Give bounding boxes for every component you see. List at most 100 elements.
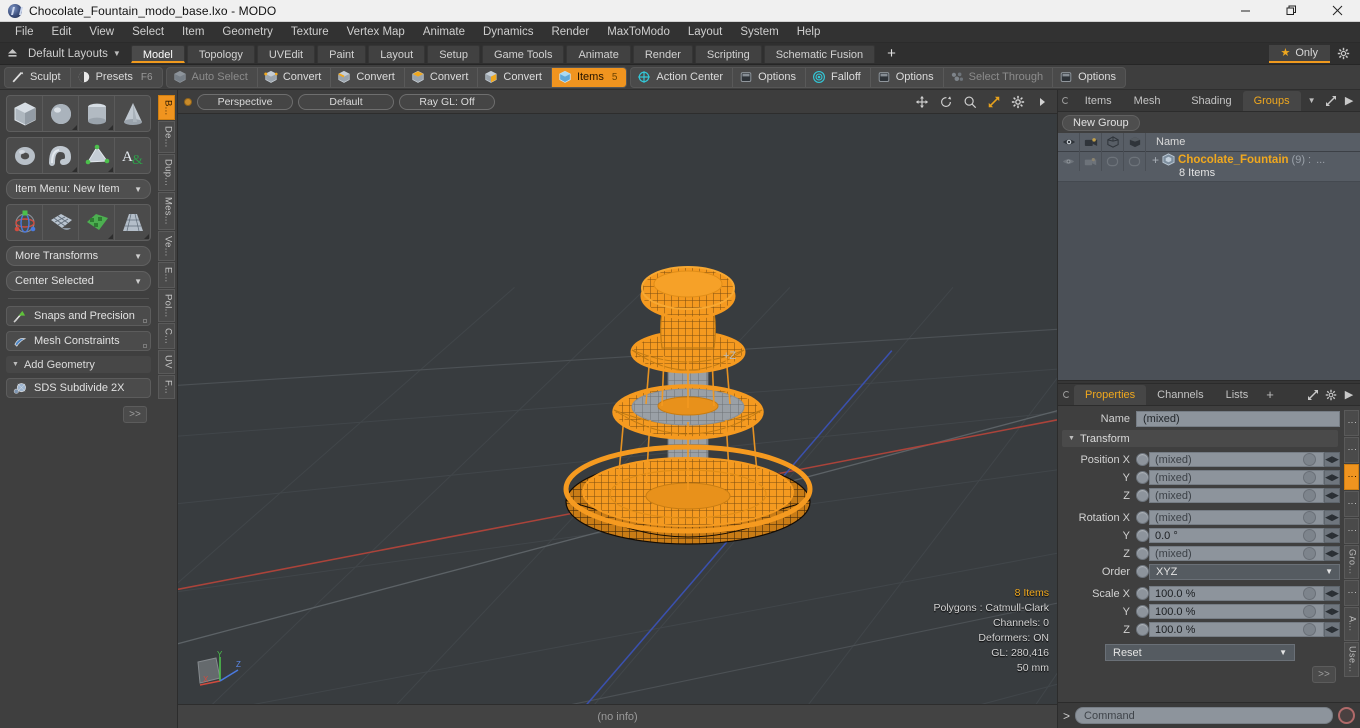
- property-value-field[interactable]: (mixed): [1149, 470, 1324, 485]
- menu-system[interactable]: System: [731, 22, 787, 43]
- sphere-primitive[interactable]: [43, 96, 78, 131]
- menu-animate[interactable]: Animate: [414, 22, 474, 43]
- right-vtab-8[interactable]: Use...: [1343, 642, 1359, 677]
- row-render-toggle[interactable]: [1080, 152, 1102, 171]
- tool-convert-3[interactable]: Convert: [403, 67, 478, 87]
- right-vtab-7[interactable]: A...: [1343, 607, 1359, 641]
- property-stepper[interactable]: ◀▶: [1324, 452, 1340, 467]
- property-channel-toggle[interactable]: [1136, 565, 1149, 578]
- cube-primitive[interactable]: [7, 96, 42, 131]
- properties-expand-button[interactable]: >>: [1312, 666, 1336, 683]
- row-visibility-toggle[interactable]: [1058, 152, 1080, 171]
- left-vtab-0[interactable]: B...: [157, 95, 175, 121]
- menu-dynamics[interactable]: Dynamics: [474, 22, 542, 43]
- left-vtab-5[interactable]: E...: [157, 262, 175, 288]
- tool-convert-4[interactable]: Convert: [477, 67, 551, 87]
- tool-falloff-2[interactable]: Falloff: [804, 67, 870, 87]
- property-value-field[interactable]: 100.0 %: [1149, 586, 1324, 601]
- left-vtab-3[interactable]: Mes...: [157, 192, 175, 230]
- property-value-field[interactable]: 100.0 %: [1149, 622, 1324, 637]
- property-knob[interactable]: [1303, 547, 1316, 560]
- expand-icon[interactable]: [1304, 389, 1322, 401]
- right-vtab-0[interactable]: ⋮: [1343, 410, 1359, 436]
- property-knob[interactable]: [1303, 605, 1316, 618]
- tool-presets-1[interactable]: Presets F6: [69, 67, 162, 87]
- add-properties-tab-button[interactable]: +: [1259, 387, 1281, 402]
- property-channel-toggle[interactable]: [1136, 605, 1149, 618]
- axis-gizmo[interactable]: X Y Z: [190, 648, 248, 694]
- tab-lists[interactable]: Lists: [1215, 385, 1260, 405]
- left-vtab-6[interactable]: Pol...: [157, 288, 175, 323]
- property-value-field[interactable]: (mixed): [1149, 452, 1324, 467]
- right-vtab-3[interactable]: ⋮: [1343, 491, 1359, 517]
- menu-vertex-map[interactable]: Vertex Map: [338, 22, 414, 43]
- layout-tab-animate[interactable]: Animate: [566, 44, 631, 63]
- add-layout-tab-button[interactable]: +: [875, 45, 908, 63]
- close-icon[interactable]: [1314, 0, 1360, 22]
- layout-tab-setup[interactable]: Setup: [427, 44, 480, 63]
- property-value-field[interactable]: (mixed): [1149, 488, 1324, 503]
- default-layouts-dropdown[interactable]: Default Layouts ▼: [24, 48, 131, 60]
- chocolate-fountain-mesh[interactable]: [538, 244, 838, 574]
- cylinder-primitive[interactable]: [79, 96, 114, 131]
- chevron-right-icon[interactable]: ▶: [1340, 388, 1358, 401]
- mesh-constraints-button[interactable]: Mesh Constraints: [6, 331, 151, 351]
- maximize-icon[interactable]: [1268, 0, 1314, 22]
- fit-icon[interactable]: [984, 92, 1003, 111]
- row-wireframe-toggle[interactable]: [1102, 152, 1124, 171]
- property-knob[interactable]: [1303, 587, 1316, 600]
- 3d-viewport[interactable]: +Z 8 Items Polygons : Catmull-Clark Chan…: [178, 114, 1057, 704]
- view-mode-button[interactable]: Perspective: [197, 93, 293, 110]
- expand-row-icon[interactable]: +: [1152, 154, 1159, 166]
- property-select[interactable]: XYZ ▼: [1149, 563, 1340, 580]
- tool-sculpt-0[interactable]: Sculpt: [5, 68, 70, 87]
- property-stepper[interactable]: ◀▶: [1324, 510, 1340, 525]
- minimize-icon[interactable]: [1222, 0, 1268, 22]
- cone-primitive[interactable]: [115, 96, 150, 131]
- property-knob[interactable]: [1303, 471, 1316, 484]
- property-value-field[interactable]: 0.0 °: [1149, 528, 1324, 543]
- property-value-field[interactable]: (mixed): [1149, 510, 1324, 525]
- reset-dropdown[interactable]: Reset ▼: [1105, 644, 1295, 661]
- property-channel-toggle[interactable]: [1136, 471, 1149, 484]
- menu-help[interactable]: Help: [788, 22, 830, 43]
- tab-properties[interactable]: Properties: [1074, 384, 1147, 405]
- record-icon[interactable]: [1338, 707, 1355, 724]
- gear-icon[interactable]: [1330, 47, 1356, 60]
- property-knob[interactable]: [1303, 453, 1316, 466]
- property-value-field[interactable]: 100.0 %: [1149, 604, 1324, 619]
- menu-layout[interactable]: Layout: [679, 22, 732, 43]
- layout-tab-scripting[interactable]: Scripting: [694, 44, 762, 63]
- property-channel-toggle[interactable]: [1136, 547, 1149, 560]
- transform-tool[interactable]: [7, 205, 42, 240]
- menu-edit[interactable]: Edit: [43, 22, 81, 43]
- rotate-icon[interactable]: [936, 92, 955, 111]
- property-stepper[interactable]: ◀▶: [1324, 586, 1340, 601]
- layout-tab-topology[interactable]: Topology: [186, 44, 255, 63]
- property-stepper[interactable]: ◀▶: [1324, 470, 1340, 485]
- taper-tool[interactable]: [115, 205, 150, 240]
- property-channel-toggle[interactable]: [1136, 453, 1149, 466]
- expand-icon[interactable]: [1323, 95, 1341, 107]
- menu-render[interactable]: Render: [542, 22, 598, 43]
- torus-primitive[interactable]: [7, 138, 42, 173]
- menu-file[interactable]: File: [6, 22, 43, 43]
- menu-select[interactable]: Select: [123, 22, 173, 43]
- viewport-menu-dot[interactable]: [184, 97, 192, 106]
- right-vtab-5[interactable]: Gro...: [1343, 545, 1359, 579]
- property-stepper[interactable]: ◀▶: [1324, 528, 1340, 543]
- row-shaded-toggle[interactable]: [1124, 152, 1146, 171]
- text-primitive[interactable]: A &: [115, 138, 150, 173]
- tool-convert-2[interactable]: Convert: [330, 67, 404, 87]
- right-vtab-4[interactable]: ⋮: [1343, 518, 1359, 544]
- tool-action-center-0[interactable]: Action Center: [631, 68, 732, 87]
- layout-tab-layout[interactable]: Layout: [368, 44, 426, 63]
- groups-list-body[interactable]: + Chocolate_Fountain (9) : ... 8 Items: [1058, 152, 1360, 380]
- panel-menu-dot[interactable]: [1058, 97, 1074, 104]
- layout-tab-uvedit[interactable]: UVEdit: [256, 44, 316, 63]
- name-field[interactable]: (mixed): [1136, 410, 1340, 427]
- right-vtab-1[interactable]: ⋮: [1343, 437, 1359, 463]
- tab-groups[interactable]: Groups: [1242, 90, 1301, 111]
- property-channel-toggle[interactable]: [1136, 489, 1149, 502]
- sds-subdivide-button[interactable]: SDS Subdivide 2X: [6, 378, 151, 398]
